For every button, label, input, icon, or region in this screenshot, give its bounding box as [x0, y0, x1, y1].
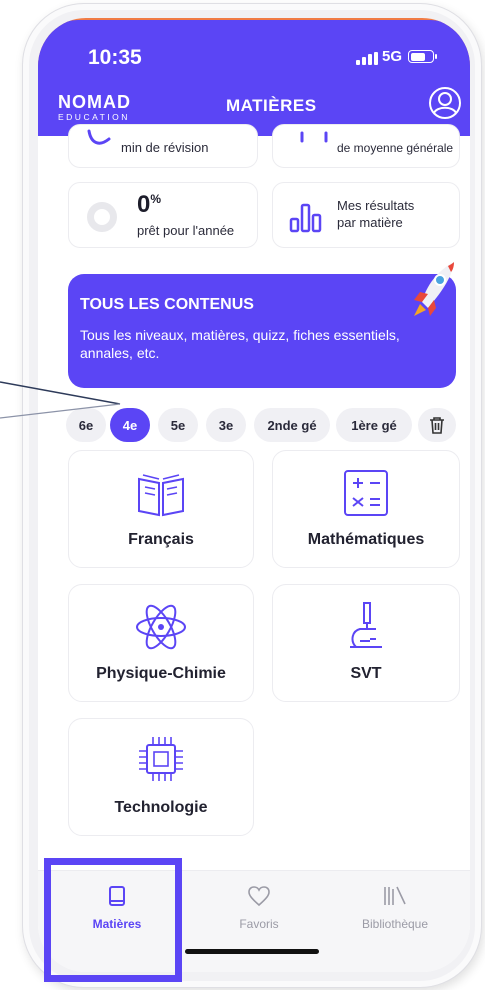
subject-card-svt[interactable]: SVT [272, 584, 460, 702]
results-card[interactable]: Mes résultats par matière [272, 182, 460, 248]
battery-icon [408, 50, 437, 63]
grade-icon [300, 131, 328, 143]
page-title: MATIÈRES [226, 96, 317, 115]
progress-ring [87, 202, 117, 232]
tab-bibliotheque[interactable]: Bibliothèque [330, 871, 460, 951]
level-chip-2nde[interactable]: 2nde gé [254, 408, 330, 442]
subject-label: Physique-Chimie [96, 665, 226, 682]
app-logo: NOMAD EDUCATION [58, 93, 131, 122]
subject-card-mathematiques[interactable]: Mathématiques [272, 450, 460, 568]
profile-button[interactable] [428, 86, 462, 120]
book-icon [138, 474, 184, 517]
revision-card[interactable]: min de révision [68, 124, 258, 168]
network-type: 5G [382, 48, 403, 65]
clock-icon [87, 129, 111, 145]
atom-icon [136, 604, 186, 650]
subject-card-francais[interactable]: Français [68, 450, 254, 568]
progress-label: prêt pour l'année [137, 223, 235, 238]
subject-card-physique-chimie[interactable]: Physique-Chimie [68, 584, 254, 702]
chip-icon [139, 737, 183, 781]
average-text: de moyenne générale [337, 141, 454, 155]
level-filter: 6e 4e 5e 3e 2nde gé 1ère gé [66, 408, 462, 442]
tab-favoris[interactable]: Favoris [194, 871, 324, 951]
progress-unit: % [150, 192, 162, 206]
tab-highlight-frame [44, 858, 182, 982]
level-chip-3e[interactable]: 3e [206, 408, 246, 442]
user-circle-icon [429, 87, 461, 119]
level-chip-6e[interactable]: 6e [66, 408, 106, 442]
bar-chart-icon [289, 203, 322, 233]
rocket-icon [414, 262, 454, 316]
subject-card-technologie[interactable]: Technologie [68, 718, 254, 836]
progress-card[interactable]: 0% prêt pour l'année [68, 182, 258, 248]
logo-sub-text: EDUCATION [58, 112, 130, 122]
all-content-banner[interactable]: TOUS LES CONTENUS Tous les niveaux, mati… [68, 262, 456, 388]
trash-icon [430, 417, 444, 434]
microscope-icon [350, 602, 382, 648]
tab-label: Bibliothèque [361, 917, 429, 931]
level-chip-1ere[interactable]: 1ère gé [336, 408, 412, 442]
heart-icon [248, 886, 270, 907]
trash-button[interactable] [418, 408, 456, 442]
app-screen: 10:35 5G NOMAD EDUCATION MATIÈRES min de… [38, 18, 470, 972]
subject-label: Mathématiques [307, 531, 425, 548]
subject-label: SVT [350, 665, 382, 682]
level-chip-5e[interactable]: 5e [158, 408, 198, 442]
tab-label: Favoris [239, 917, 279, 931]
logo-main-text: NOMAD [58, 92, 131, 112]
progress-value: 0% [137, 191, 162, 218]
subject-label: Technologie [114, 799, 208, 816]
library-icon [384, 886, 406, 905]
status-time: 10:35 [88, 46, 142, 69]
banner-description: Tous les niveaux, matières, quizz, fiche… [80, 327, 400, 361]
results-label-line1: Mes résultats [337, 198, 415, 213]
app-header: 10:35 5G NOMAD EDUCATION MATIÈRES [38, 20, 470, 136]
banner-title: TOUS LES CONTENUS [80, 296, 254, 313]
signal-bars-icon [356, 52, 378, 65]
home-indicator[interactable] [185, 949, 319, 954]
calculator-icon [344, 470, 388, 516]
level-chip-4e[interactable]: 4e [110, 408, 150, 442]
average-card[interactable]: de moyenne générale [272, 124, 460, 168]
results-label: Mes résultats par matière [337, 197, 414, 231]
subject-label: Français [128, 531, 194, 548]
results-label-line2: par matière [337, 215, 403, 230]
revision-text: min de révision [121, 140, 209, 155]
